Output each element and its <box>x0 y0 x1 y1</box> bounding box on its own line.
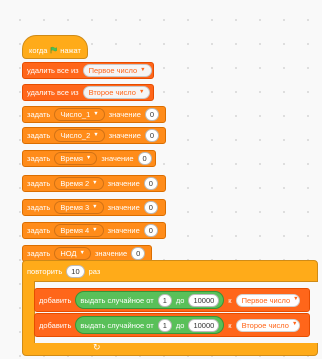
random-label: выдать случайное от <box>80 320 154 330</box>
block-label: задать <box>27 249 51 258</box>
dropdown-value: НОД <box>60 249 77 258</box>
to-list-label: к <box>228 320 232 330</box>
hat-text-after: нажат <box>60 45 81 55</box>
value-input[interactable]: 0 <box>143 177 158 190</box>
chevron-down-icon: ▼ <box>93 110 99 117</box>
block-label: добавить <box>39 295 72 305</box>
repeat-count-input[interactable]: 10 <box>66 264 85 278</box>
variable-dropdown[interactable]: Время 4 ▼ <box>54 224 104 237</box>
random-reporter[interactable]: выдать случайное от 1 до 10000 <box>75 291 225 309</box>
when-flag-clicked-block[interactable]: когда нажат <box>22 35 88 59</box>
script-canvas[interactable]: когда нажат удалить все из Первое число … <box>0 0 322 359</box>
chevron-down-icon: ▼ <box>92 226 98 233</box>
block-label2: значение <box>107 179 140 188</box>
block-label2: значение <box>108 131 141 140</box>
variable-dropdown[interactable]: НОД ▼ <box>54 247 91 260</box>
value-input[interactable]: 0 <box>144 129 160 142</box>
list-dropdown[interactable]: Второе число ▼ <box>82 86 151 99</box>
value-input[interactable]: 0 <box>137 152 152 165</box>
block-label2: значение <box>107 226 140 235</box>
set-variable-block[interactable]: задать Время ▼ значение 0 <box>22 150 156 167</box>
block-label: задать <box>27 179 51 188</box>
block-label2: значение <box>108 110 141 119</box>
variable-dropdown[interactable]: Время 3 ▼ <box>54 201 104 214</box>
block-label: добавить <box>39 320 72 330</box>
value-input[interactable]: 0 <box>143 201 158 214</box>
list-dropdown[interactable]: Первое число ▼ <box>235 293 300 307</box>
block-label: удалить все из <box>27 88 79 97</box>
chevron-down-icon: ▼ <box>140 66 146 73</box>
block-label: задать <box>27 110 51 119</box>
block-label2: значение <box>107 203 140 212</box>
chevron-down-icon: ▼ <box>85 154 92 161</box>
chevron-down-icon: ▼ <box>291 321 298 328</box>
hat-text-before: когда <box>29 45 48 55</box>
random-to-input[interactable]: 10000 <box>188 318 220 332</box>
repeat-label: повторить <box>27 266 63 276</box>
random-to-input[interactable]: 10000 <box>188 293 220 307</box>
list-dropdown[interactable]: Первое число ▼ <box>82 64 152 77</box>
repeat-header: повторить 10 раз <box>23 261 104 281</box>
chevron-down-icon: ▼ <box>79 249 85 256</box>
delete-all-block[interactable]: удалить все из Второе число ▼ <box>22 84 154 101</box>
random-from-input[interactable]: 1 <box>157 318 172 332</box>
variable-dropdown[interactable]: Число_1 ▼ <box>54 108 105 121</box>
block-label: задать <box>27 131 51 140</box>
set-variable-block[interactable]: задать Число_2 ▼ значение 0 <box>22 127 166 144</box>
dropdown-value: Время <box>60 154 83 163</box>
chevron-down-icon: ▼ <box>92 203 98 210</box>
dropdown-value: Второе число <box>241 320 289 330</box>
block-label: задать <box>27 154 51 163</box>
value-input[interactable]: 0 <box>143 224 158 237</box>
dropdown-value: Время 3 <box>60 203 90 212</box>
block-label2: значение <box>94 249 128 258</box>
dropdown-value: Время 4 <box>60 226 90 235</box>
chevron-down-icon: ▼ <box>138 88 145 95</box>
dropdown-value: Время 2 <box>60 179 90 188</box>
dropdown-value: Число_1 <box>60 110 91 119</box>
block-label: задать <box>27 203 51 212</box>
add-to-list-block[interactable]: добавить выдать случайное от 1 до 10000 … <box>34 313 310 337</box>
green-flag-icon <box>51 46 58 54</box>
random-reporter[interactable]: выдать случайное от 1 до 10000 <box>75 316 225 334</box>
chevron-down-icon: ▼ <box>93 131 99 138</box>
chevron-down-icon: ▼ <box>92 179 98 186</box>
delete-all-block[interactable]: удалить все из Первое число ▼ <box>22 62 154 79</box>
random-to-label: до <box>175 295 185 305</box>
dropdown-value: Второе число <box>88 88 136 97</box>
repeat-suffix: раз <box>88 266 101 276</box>
list-dropdown[interactable]: Второе число ▼ <box>235 318 300 332</box>
dropdown-value: Первое число <box>241 295 291 305</box>
set-variable-block[interactable]: задать Число_1 ▼ значение 0 <box>22 106 166 123</box>
set-variable-block[interactable]: задать Время 3 ▼ значение 0 <box>22 199 166 216</box>
variable-dropdown[interactable]: Время 2 ▼ <box>54 177 104 190</box>
block-label2: значение <box>101 154 134 163</box>
loop-arrow-icon: ↻ <box>93 342 101 352</box>
random-from-input[interactable]: 1 <box>157 293 172 307</box>
block-label: удалить все из <box>27 66 79 75</box>
value-input[interactable]: 0 <box>144 108 160 121</box>
to-list-label: к <box>228 295 232 305</box>
set-variable-block[interactable]: задать Время 4 ▼ значение 0 <box>22 222 166 239</box>
random-label: выдать случайное от <box>80 295 154 305</box>
chevron-down-icon: ▼ <box>293 296 299 303</box>
block-label: задать <box>27 226 51 235</box>
dropdown-value: Первое число <box>88 66 138 75</box>
value-input[interactable]: 0 <box>131 247 146 260</box>
random-to-label: до <box>175 320 185 330</box>
dropdown-value: Число_2 <box>60 131 91 140</box>
add-to-list-block[interactable]: добавить выдать случайное от 1 до 10000 … <box>34 288 310 312</box>
set-variable-block[interactable]: задать Время 2 ▼ значение 0 <box>22 175 166 192</box>
variable-dropdown[interactable]: Число_2 ▼ <box>54 129 105 142</box>
variable-dropdown[interactable]: Время ▼ <box>54 152 98 165</box>
